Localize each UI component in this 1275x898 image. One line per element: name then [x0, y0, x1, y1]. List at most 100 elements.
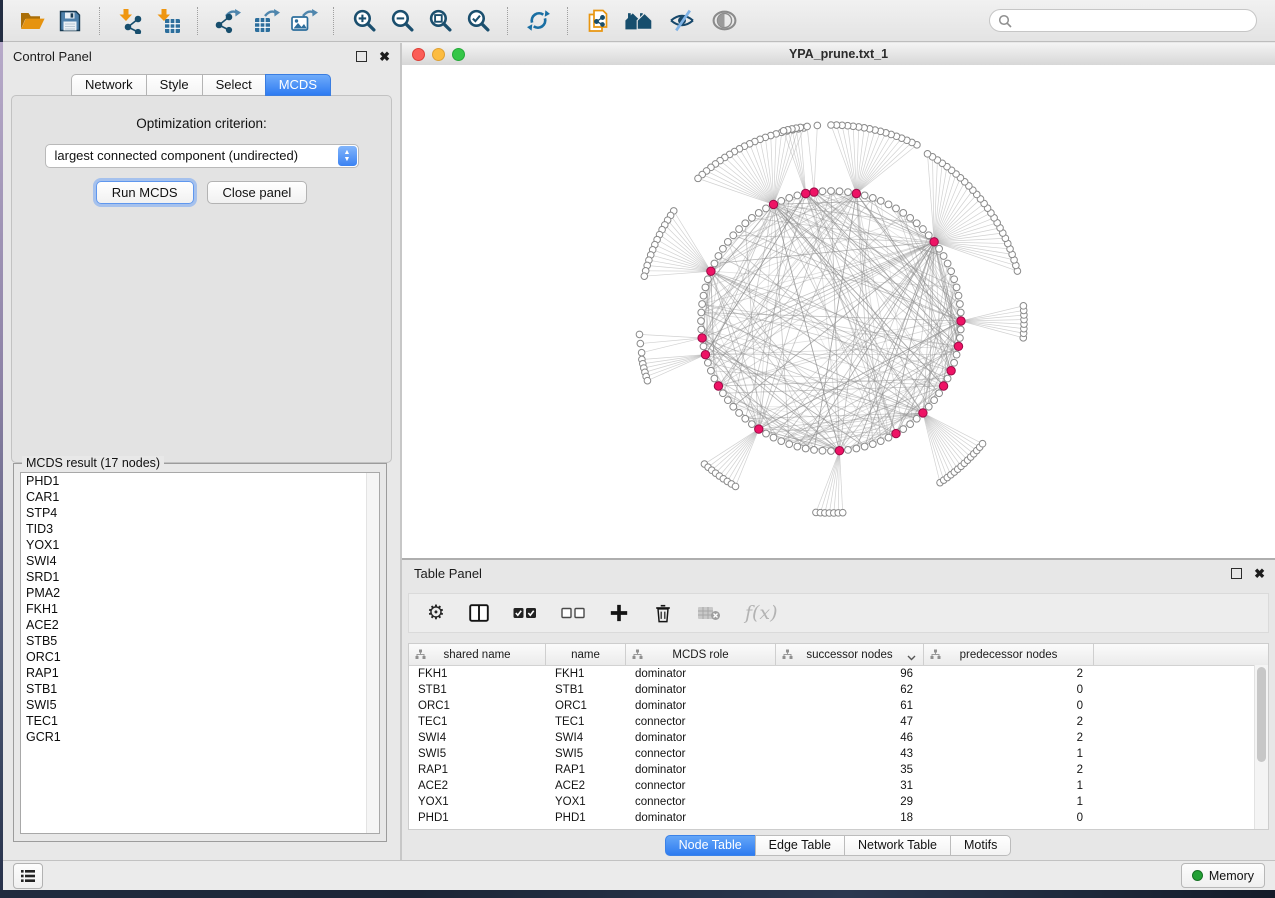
table-row[interactable]: TEC1TEC1connector472 [409, 714, 1268, 730]
open-session-button[interactable] [16, 5, 48, 37]
table-scrollbar-thumb[interactable] [1257, 667, 1266, 762]
table-row[interactable]: FKH1FKH1dominator962 [409, 666, 1268, 682]
mcds-result-list[interactable]: PHD1CAR1STP4TID3YOX1SWI4SRD1PMA2FKH1ACE2… [20, 472, 380, 834]
zoom-in-button[interactable] [348, 5, 380, 37]
list-item[interactable]: CAR1 [21, 489, 379, 505]
houses-icon [623, 9, 655, 32]
list-item[interactable]: YOX1 [21, 537, 379, 553]
cell-shared-name: ORC1 [409, 698, 546, 714]
split-panel-button[interactable] [469, 604, 489, 622]
list-item[interactable]: ACE2 [21, 617, 379, 633]
zoom-selected-button[interactable] [462, 5, 494, 37]
mcds-list-scrollbar[interactable] [366, 473, 379, 833]
optimization-criterion-select[interactable]: largest connected component (undirected)… [45, 144, 359, 168]
list-item[interactable]: TID3 [21, 521, 379, 537]
tab-node-table[interactable]: Node Table [665, 835, 756, 856]
zoom-out-button[interactable] [386, 5, 418, 37]
export-table-button[interactable] [250, 5, 282, 37]
table-row[interactable]: RAP1RAP1dominator352 [409, 762, 1268, 778]
export-network-button[interactable] [212, 5, 244, 37]
close-panel-button[interactable]: Close panel [207, 181, 308, 204]
tab-network-table[interactable]: Network Table [844, 835, 951, 856]
clone-network-button[interactable] [582, 5, 614, 37]
mcds-tab-content: Optimization criterion: largest connecte… [11, 95, 392, 463]
zoom-fit-icon [428, 8, 453, 33]
cell-shared-name: YOX1 [409, 794, 546, 810]
trash-icon [653, 602, 673, 624]
float-panel-icon[interactable] [356, 51, 367, 62]
tab-edge-table[interactable]: Edge Table [755, 835, 845, 856]
table-row[interactable]: SWI4SWI4dominator462 [409, 730, 1268, 746]
list-item[interactable]: STB5 [21, 633, 379, 649]
refresh-button[interactable] [522, 5, 554, 37]
list-item[interactable]: PMA2 [21, 585, 379, 601]
column-header-predecessor-nodes[interactable]: predecessor nodes [924, 644, 1094, 665]
table-row[interactable]: STB1STB1dominator620 [409, 682, 1268, 698]
table-row[interactable]: SWI5SWI5connector431 [409, 746, 1268, 762]
export-image-button[interactable] [288, 5, 320, 37]
table-row[interactable]: YOX1YOX1connector291 [409, 794, 1268, 810]
list-item[interactable]: GCR1 [21, 729, 379, 745]
column-header-mcds-role[interactable]: MCDS role [626, 644, 776, 665]
cell-predecessor-nodes: 1 [924, 794, 1094, 810]
list-item[interactable]: FKH1 [21, 601, 379, 617]
main-toolbar [3, 0, 1275, 42]
tab-select[interactable]: Select [202, 74, 266, 96]
deselect-all-button[interactable] [561, 607, 585, 619]
list-item[interactable]: TEC1 [21, 713, 379, 729]
show-graphics-details-button[interactable] [706, 5, 742, 37]
zoom-fit-button[interactable] [424, 5, 456, 37]
list-item[interactable]: SWI4 [21, 553, 379, 569]
toolbar-divider [567, 7, 569, 35]
automation-panel-button[interactable] [13, 863, 43, 889]
list-item[interactable]: RAP1 [21, 665, 379, 681]
list-item[interactable]: SWI5 [21, 697, 379, 713]
cell-shared-name: RAP1 [409, 762, 546, 778]
network-canvas[interactable] [402, 65, 1275, 558]
delete-column-button[interactable] [653, 602, 673, 624]
control-panel-tabs: NetworkStyleSelectMCDS [3, 74, 400, 96]
close-table-panel-icon[interactable]: ✖ [1254, 569, 1265, 578]
list-item[interactable]: STP4 [21, 505, 379, 521]
table-row[interactable]: ORC1ORC1dominator610 [409, 698, 1268, 714]
cell-successor-nodes: 31 [776, 778, 924, 794]
add-column-button[interactable] [609, 603, 629, 623]
save-session-button[interactable] [54, 5, 86, 37]
list-item[interactable]: ORC1 [21, 649, 379, 665]
table-scrollbar[interactable] [1254, 665, 1268, 829]
tab-motifs[interactable]: Motifs [950, 835, 1011, 856]
tab-style[interactable]: Style [146, 74, 203, 96]
list-item[interactable]: PHD1 [21, 473, 379, 489]
tab-network[interactable]: Network [71, 74, 147, 96]
import-network-button[interactable] [114, 5, 146, 37]
network-titlebar[interactable]: YPA_prune.txt_1 [402, 43, 1275, 66]
delete-table-button[interactable] [697, 605, 721, 621]
search-field[interactable] [989, 9, 1257, 32]
float-table-panel-icon[interactable] [1231, 568, 1242, 579]
cell-successor-nodes: 61 [776, 698, 924, 714]
cell-successor-nodes: 47 [776, 714, 924, 730]
cell-shared-name: ACE2 [409, 778, 546, 794]
cell-successor-nodes: 43 [776, 746, 924, 762]
tab-mcds[interactable]: MCDS [265, 74, 331, 96]
list-item[interactable]: SRD1 [21, 569, 379, 585]
settings-gear-button[interactable]: ⚙ [427, 603, 445, 623]
column-namespace-icon [632, 649, 643, 663]
table-row[interactable]: PHD1PHD1dominator180 [409, 810, 1268, 826]
memory-button[interactable]: Memory [1181, 863, 1265, 888]
list-item[interactable]: STB1 [21, 681, 379, 697]
import-table-button[interactable] [152, 5, 184, 37]
cell-mcds-role: dominator [626, 762, 776, 778]
select-all-button[interactable] [513, 607, 537, 619]
column-header-successor-nodes[interactable]: successor nodes [776, 644, 924, 665]
first-neighbors-button[interactable] [620, 5, 658, 37]
search-input[interactable] [1012, 13, 1236, 29]
close-panel-icon[interactable]: ✖ [379, 52, 390, 61]
table-row[interactable]: ACE2ACE2connector311 [409, 778, 1268, 794]
network-graph[interactable] [402, 65, 1268, 558]
column-header-shared-name[interactable]: shared name [409, 644, 546, 665]
apply-function-button[interactable]: f(x) [745, 602, 778, 624]
column-header-name[interactable]: name [546, 644, 626, 665]
hide-graphics-details-button[interactable] [664, 5, 700, 37]
run-mcds-button[interactable]: Run MCDS [96, 181, 194, 204]
